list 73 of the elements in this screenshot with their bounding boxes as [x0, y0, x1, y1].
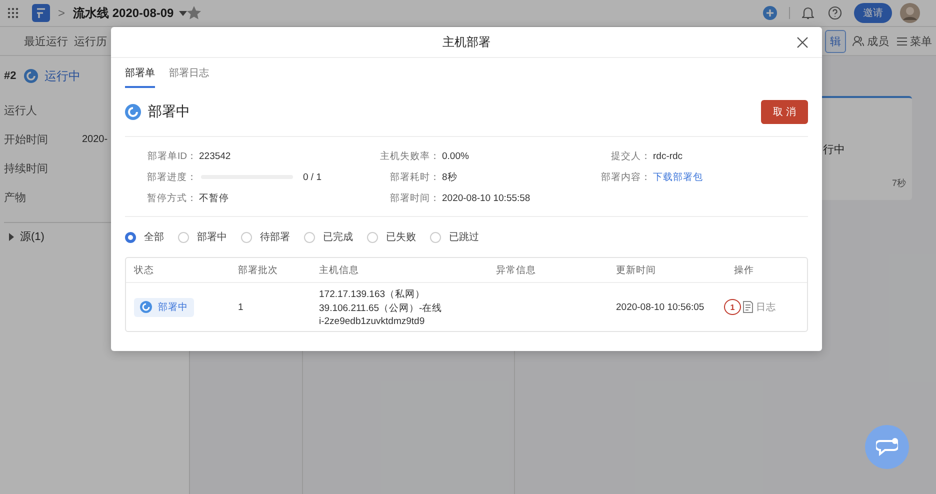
deploy-status: 部署中	[148, 103, 190, 121]
run-status: 运行中	[44, 68, 80, 84]
info-value: 不暂停	[199, 192, 229, 204]
column-header: 更新时间	[616, 264, 657, 276]
run-number: #2	[4, 70, 16, 82]
cancel-button[interactable]: 取 消	[761, 100, 808, 124]
info-value: rdc-rdc	[653, 150, 683, 162]
annotation-marker: 1	[724, 299, 741, 315]
avatar-icon[interactable]	[900, 3, 920, 23]
info-value: 2020-08-10 10:55:58	[442, 192, 530, 204]
add-icon[interactable]	[763, 6, 777, 20]
document-icon	[743, 301, 753, 313]
table-cell: 2020-08-10 10:56:05	[616, 302, 704, 312]
column-header: 状态	[134, 264, 155, 276]
info-label: 主机失败率：	[379, 150, 440, 162]
info-label: 暂停方式：	[146, 192, 197, 204]
status-text: 部署中	[158, 300, 188, 314]
star-icon[interactable]	[186, 6, 201, 20]
deploying-icon	[125, 104, 141, 120]
close-icon[interactable]	[797, 37, 808, 48]
table-cell: 1	[238, 302, 244, 312]
chat-button[interactable]	[865, 425, 909, 469]
progress-count: 0 / 1	[303, 172, 322, 182]
pipeline-title[interactable]: 流水线 2020-08-09	[73, 4, 174, 22]
help-icon[interactable]	[828, 6, 842, 20]
filter-radio[interactable]: 已跳过	[430, 230, 479, 244]
info-label: 部署内容：	[600, 170, 651, 184]
info-value: 223542	[199, 150, 231, 162]
tab[interactable]: 部署日志	[169, 66, 209, 88]
info-label: 部署单ID：	[146, 150, 197, 162]
apps-grid-icon[interactable]	[8, 8, 18, 18]
filter-radio[interactable]: 已完成	[304, 230, 353, 244]
filter-radio[interactable]: 待部署	[241, 230, 290, 244]
column-header: 异常信息	[496, 264, 537, 276]
info-value: 0.00%	[442, 150, 469, 162]
log-link[interactable]: 日志	[743, 300, 776, 314]
nav-tab[interactable]: 运行历	[74, 34, 107, 48]
info-value: 8秒	[442, 170, 458, 184]
field-label: 开始时间	[4, 133, 49, 147]
running-icon	[24, 69, 38, 83]
column-header: 主机信息	[319, 264, 360, 276]
table-cell: 39.106.211.65（公网）-在线	[319, 302, 442, 314]
members-button[interactable]: 成员	[850, 34, 891, 48]
invite-button[interactable]: 邀请	[854, 3, 892, 23]
field-value: 2020-	[82, 134, 108, 145]
table-cell: i-2ze9edb1zuvktdmz9td9	[319, 316, 425, 326]
column-header: 操作	[734, 264, 755, 276]
info-label: 部署进度：	[146, 170, 197, 184]
filter-radio[interactable]: 全部	[125, 230, 164, 244]
deploying-icon	[140, 301, 152, 313]
download-link[interactable]: 下载部署包	[653, 170, 703, 184]
breadcrumb-separator: >	[58, 6, 66, 20]
dialog-title: 主机部署	[442, 34, 490, 50]
nav-tab[interactable]: 最近运行	[24, 34, 68, 48]
field-label: 产物	[4, 190, 27, 205]
menu-icon	[897, 36, 907, 46]
stage-duration: 7秒	[892, 177, 906, 190]
filter-radio[interactable]: 已失败	[367, 230, 416, 244]
column-header: 部署批次	[238, 264, 279, 276]
info-label: 部署耗时：	[389, 170, 440, 184]
tab[interactable]: 部署单	[125, 66, 155, 88]
chat-bubble-icon	[876, 438, 898, 456]
caret-icon[interactable]	[178, 10, 187, 16]
people-icon	[852, 35, 864, 47]
table-cell: 172.17.139.163（私网）	[319, 288, 426, 300]
menu-button[interactable]: 菜单	[895, 34, 934, 48]
info-label: 部署时间：	[389, 192, 440, 204]
stage-status: 行中	[823, 143, 846, 157]
app-logo-icon[interactable]	[32, 4, 50, 22]
info-label: 提交人：	[610, 150, 651, 162]
field-label: 持续时间	[4, 162, 49, 176]
bell-icon[interactable]	[802, 6, 814, 20]
field-label: 运行人	[4, 104, 38, 118]
